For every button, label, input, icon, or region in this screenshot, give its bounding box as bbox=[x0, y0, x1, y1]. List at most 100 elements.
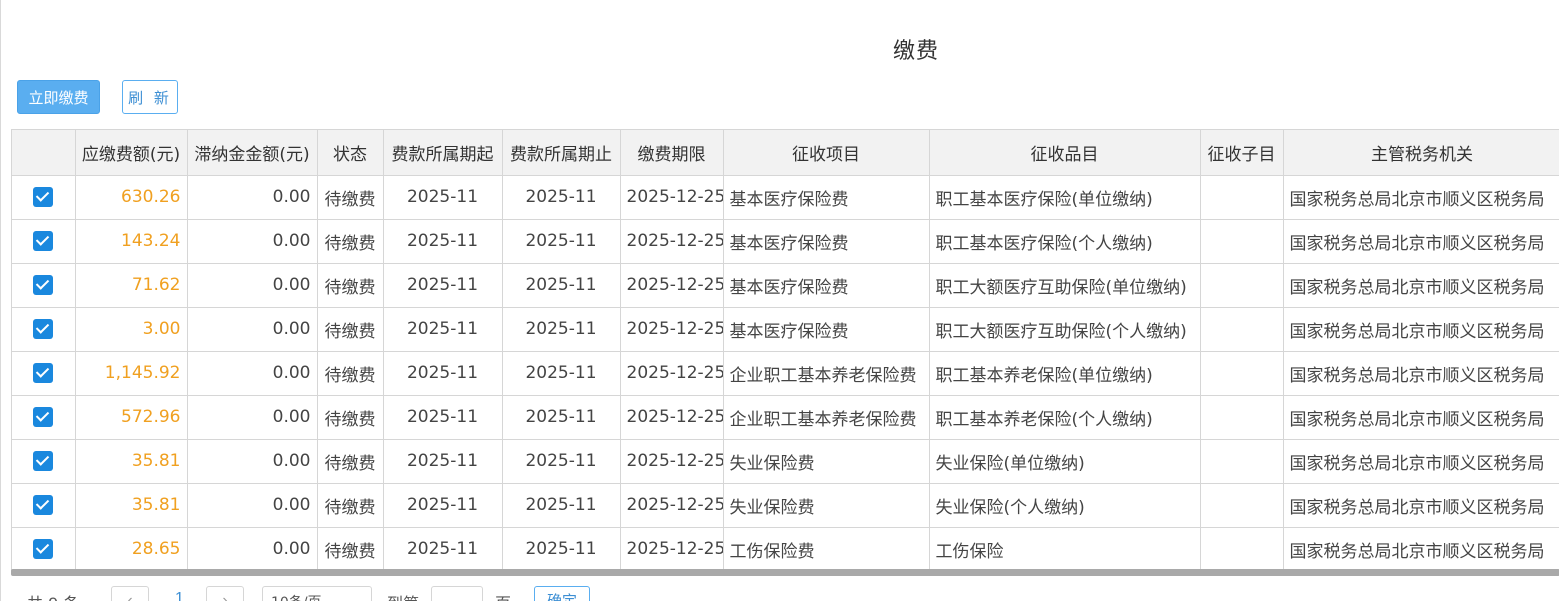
row-checkbox[interactable] bbox=[33, 495, 54, 515]
sub-item-cell bbox=[1200, 351, 1284, 396]
column-header-late-fee[interactable]: 滞纳金金额(元) bbox=[187, 130, 318, 176]
period-start-cell: 2025-11 bbox=[383, 307, 503, 352]
item-cell: 失业保险费 bbox=[723, 439, 930, 484]
column-header-status[interactable]: 状态 bbox=[317, 130, 384, 176]
category-cell: 工伤保险 bbox=[929, 527, 1201, 571]
authority-cell: 国家税务总局北京市顺义区税务局 bbox=[1283, 483, 1559, 528]
period-start-cell: 2025-11 bbox=[383, 439, 503, 484]
item-cell: 基本医疗保险费 bbox=[723, 175, 930, 220]
late-fee-cell: 0.00 bbox=[187, 395, 318, 440]
row-checkbox[interactable] bbox=[33, 275, 54, 295]
select-cell bbox=[12, 219, 76, 264]
column-header-authority[interactable]: 主管税务机关 bbox=[1283, 130, 1559, 176]
authority-cell: 国家税务总局北京市顺义区税务局 bbox=[1283, 439, 1559, 484]
table-row[interactable]: 35.81 0.00 待缴费 2025-11 2025-11 2025-12-25 失业保险… bbox=[12, 483, 1559, 528]
table-row[interactable]: 3.00 0.00 待缴费 2025-11 2025-11 2025-12-25 基本医疗保… bbox=[12, 307, 1559, 352]
row-checkbox[interactable] bbox=[33, 539, 54, 559]
column-header-item[interactable]: 征收项目 bbox=[723, 130, 930, 176]
amount-cell: 35.81 bbox=[75, 483, 188, 528]
status-cell: 待缴费 bbox=[317, 307, 384, 352]
late-fee-cell: 0.00 bbox=[187, 307, 318, 352]
goto-confirm-button[interactable]: 确定 bbox=[534, 586, 590, 601]
amount-cell: 1,145.92 bbox=[75, 351, 188, 396]
deadline-cell: 2025-12-25 bbox=[620, 483, 724, 528]
table-row[interactable]: 28.65 0.00 待缴费 2025-11 2025-11 2025-12-25 工伤保险… bbox=[12, 527, 1559, 571]
amount-cell: 143.24 bbox=[75, 219, 188, 264]
row-checkbox[interactable] bbox=[33, 187, 54, 207]
column-header-period-start[interactable]: 费款所属期起 bbox=[383, 130, 503, 176]
sub-item-cell bbox=[1200, 483, 1284, 528]
period-end-cell: 2025-11 bbox=[502, 483, 621, 528]
authority-cell: 国家税务总局北京市顺义区税务局 bbox=[1283, 307, 1559, 352]
payment-page: 缴费 立即缴费 刷 新 应缴费额(元) 滞纳金金额(元) 状态 费款所属期起 费… bbox=[0, 0, 1559, 601]
deadline-cell: 2025-12-25 bbox=[620, 351, 724, 396]
late-fee-cell: 0.00 bbox=[187, 263, 318, 308]
deadline-cell: 2025-12-25 bbox=[620, 263, 724, 308]
row-checkbox[interactable] bbox=[33, 451, 54, 471]
late-fee-cell: 0.00 bbox=[187, 527, 318, 571]
row-checkbox[interactable] bbox=[33, 319, 54, 339]
payment-table: 应缴费额(元) 滞纳金金额(元) 状态 费款所属期起 费款所属期止 缴费期限 征… bbox=[12, 130, 1559, 571]
current-page-number[interactable]: 1 bbox=[175, 590, 184, 601]
status-cell: 待缴费 bbox=[317, 527, 384, 571]
goto-page-input[interactable] bbox=[431, 586, 483, 601]
row-checkbox[interactable] bbox=[33, 231, 54, 251]
row-checkbox[interactable] bbox=[33, 363, 54, 383]
authority-cell: 国家税务总局北京市顺义区税务局 bbox=[1283, 219, 1559, 264]
sub-item-cell bbox=[1200, 439, 1284, 484]
table-row[interactable]: 35.81 0.00 待缴费 2025-11 2025-11 2025-12-25 失业保险… bbox=[12, 439, 1559, 484]
deadline-cell: 2025-12-25 bbox=[620, 395, 724, 440]
prev-page-button[interactable]: ‹ bbox=[111, 586, 149, 601]
row-checkbox[interactable] bbox=[33, 407, 54, 427]
period-end-cell: 2025-11 bbox=[502, 439, 621, 484]
table-body: 630.26 0.00 待缴费 2025-11 2025-11 2025-12-25 基本医… bbox=[12, 175, 1559, 571]
select-cell bbox=[12, 263, 76, 308]
sub-item-cell bbox=[1200, 175, 1284, 220]
next-page-button[interactable]: › bbox=[206, 586, 244, 601]
period-start-cell: 2025-11 bbox=[383, 219, 503, 264]
authority-cell: 国家税务总局北京市顺义区税务局 bbox=[1283, 351, 1559, 396]
amount-cell: 572.96 bbox=[75, 395, 188, 440]
select-cell bbox=[12, 351, 76, 396]
deadline-cell: 2025-12-25 bbox=[620, 527, 724, 571]
category-cell: 职工基本养老保险(个人缴纳) bbox=[929, 395, 1201, 440]
table-row[interactable]: 630.26 0.00 待缴费 2025-11 2025-11 2025-12-25 基本医… bbox=[12, 175, 1559, 220]
horizontal-scrollbar[interactable] bbox=[11, 569, 1559, 576]
deadline-cell: 2025-12-25 bbox=[620, 307, 724, 352]
sub-item-cell bbox=[1200, 527, 1284, 571]
category-cell: 职工基本医疗保险(个人缴纳) bbox=[929, 219, 1201, 264]
pay-now-button[interactable]: 立即缴费 bbox=[17, 80, 100, 114]
period-start-cell: 2025-11 bbox=[383, 175, 503, 220]
amount-cell: 3.00 bbox=[75, 307, 188, 352]
authority-cell: 国家税务总局北京市顺义区税务局 bbox=[1283, 175, 1559, 220]
column-header-amount[interactable]: 应缴费额(元) bbox=[75, 130, 188, 176]
table-row[interactable]: 1,145.92 0.00 待缴费 2025-11 2025-11 2025-12-25 企… bbox=[12, 351, 1559, 396]
period-end-cell: 2025-11 bbox=[502, 307, 621, 352]
deadline-cell: 2025-12-25 bbox=[620, 219, 724, 264]
select-cell bbox=[12, 175, 76, 220]
page-size-select[interactable]: 10条/页 bbox=[262, 586, 372, 601]
sub-item-cell bbox=[1200, 263, 1284, 308]
status-cell: 待缴费 bbox=[317, 263, 384, 308]
status-cell: 待缴费 bbox=[317, 219, 384, 264]
table-header-row: 应缴费额(元) 滞纳金金额(元) 状态 费款所属期起 费款所属期止 缴费期限 征… bbox=[12, 130, 1559, 176]
pagination: 共 9 条 ‹ 1 › 10条/页 到第 页 确定 bbox=[27, 586, 647, 601]
column-header-category[interactable]: 征收品目 bbox=[929, 130, 1201, 176]
late-fee-cell: 0.00 bbox=[187, 175, 318, 220]
select-cell bbox=[12, 395, 76, 440]
select-cell bbox=[12, 307, 76, 352]
period-start-cell: 2025-11 bbox=[383, 483, 503, 528]
status-cell: 待缴费 bbox=[317, 351, 384, 396]
column-header-period-end[interactable]: 费款所属期止 bbox=[502, 130, 621, 176]
table-row[interactable]: 572.96 0.00 待缴费 2025-11 2025-11 2025-12-25 企业职… bbox=[12, 395, 1559, 440]
period-end-cell: 2025-11 bbox=[502, 351, 621, 396]
refresh-button[interactable]: 刷 新 bbox=[122, 80, 178, 114]
authority-cell: 国家税务总局北京市顺义区税务局 bbox=[1283, 395, 1559, 440]
late-fee-cell: 0.00 bbox=[187, 219, 318, 264]
table-row[interactable]: 143.24 0.00 待缴费 2025-11 2025-11 2025-12-25 基本医… bbox=[12, 219, 1559, 264]
period-end-cell: 2025-11 bbox=[502, 175, 621, 220]
table-row[interactable]: 71.62 0.00 待缴费 2025-11 2025-11 2025-12-25 基本医疗… bbox=[12, 263, 1559, 308]
authority-cell: 国家税务总局北京市顺义区税务局 bbox=[1283, 263, 1559, 308]
column-header-deadline[interactable]: 缴费期限 bbox=[620, 130, 724, 176]
column-header-sub-item[interactable]: 征收子目 bbox=[1200, 130, 1284, 176]
